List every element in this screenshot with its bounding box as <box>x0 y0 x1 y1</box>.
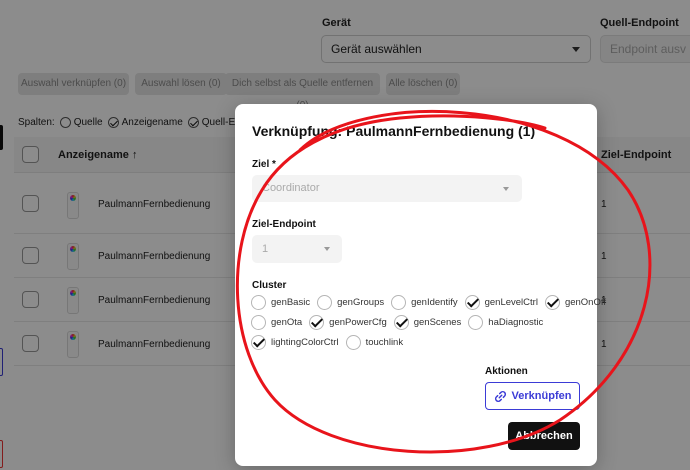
cluster-list: lightingColorCtrl touchlink <box>251 335 410 350</box>
cluster-checkbox[interactable] <box>393 315 409 330</box>
link-button[interactable]: Verknüpfen <box>485 382 580 410</box>
cluster-option[interactable]: genBasic <box>251 295 310 310</box>
link-icon <box>494 390 506 402</box>
cluster-option-label: genGroups <box>337 297 385 308</box>
cluster-option-label: genOta <box>271 317 303 328</box>
target-select[interactable]: Coordinator <box>252 175 522 202</box>
cluster-checkbox[interactable] <box>309 315 325 330</box>
cluster-option[interactable]: lightingColorCtrl <box>251 335 339 350</box>
cluster-option[interactable]: touchlink <box>345 335 404 350</box>
link-button-label: Verknüpfen <box>511 390 572 402</box>
target-label: Ziel * <box>252 159 276 170</box>
cluster-option-label: genPowerCfg <box>329 317 387 328</box>
cluster-checkbox[interactable] <box>251 295 266 310</box>
cluster-option-label: genLevelCtrl <box>484 297 538 308</box>
target-endpoint-value: 1 <box>262 243 269 255</box>
cluster-option-label: genBasic <box>271 297 311 308</box>
cluster-option[interactable]: genPowerCfg <box>309 315 387 330</box>
cancel-button[interactable]: Abbrechen <box>508 422 580 450</box>
cluster-checkbox[interactable] <box>345 335 361 350</box>
cluster-label: Cluster <box>252 280 287 291</box>
actions-label: Aktionen <box>485 366 528 377</box>
cluster-option[interactable]: genOnOff <box>544 295 606 310</box>
target-select-value: Coordinator <box>262 182 320 194</box>
cluster-option-label: genScenes <box>413 317 462 328</box>
cluster-option[interactable]: genGroups <box>317 295 384 310</box>
cluster-option-label: haDiagnostic <box>488 317 544 328</box>
cluster-option-label: genOnOff <box>564 297 606 308</box>
chevron-down-icon <box>324 247 330 251</box>
cluster-checkbox[interactable] <box>317 295 333 310</box>
dialog-title: Verknüpfung: PaulmannFernbedienung (1) <box>252 123 536 139</box>
cluster-option[interactable]: haDiagnostic <box>468 315 543 330</box>
link-dialog: Verknüpfung: PaulmannFernbedienung (1) Z… <box>235 104 606 466</box>
cluster-checkbox[interactable] <box>464 295 480 310</box>
cluster-checkbox[interactable] <box>468 315 484 330</box>
cluster-checkbox[interactable] <box>544 295 560 310</box>
cluster-option[interactable]: genOta <box>251 315 302 330</box>
cluster-option-label: touchlink <box>365 337 404 348</box>
cluster-option[interactable]: genScenes <box>393 315 462 330</box>
cluster-list: genBasic genGroups genIdentify genLevelC… <box>251 295 613 310</box>
cluster-checkbox[interactable] <box>251 335 266 350</box>
cluster-option[interactable]: genIdentify <box>391 295 458 310</box>
cluster-checkbox[interactable] <box>251 315 266 330</box>
cluster-option-label: genIdentify <box>411 297 458 308</box>
target-endpoint-label: Ziel-Endpoint <box>252 219 316 230</box>
cluster-option[interactable]: genLevelCtrl <box>464 295 538 310</box>
cluster-list: genOta genPowerCfg genScenes haDiagnosti… <box>251 315 550 330</box>
chevron-down-icon <box>503 187 509 191</box>
cluster-option-label: lightingColorCtrl <box>271 337 339 348</box>
cluster-checkbox[interactable] <box>391 295 407 310</box>
target-endpoint-select[interactable]: 1 <box>252 235 342 263</box>
